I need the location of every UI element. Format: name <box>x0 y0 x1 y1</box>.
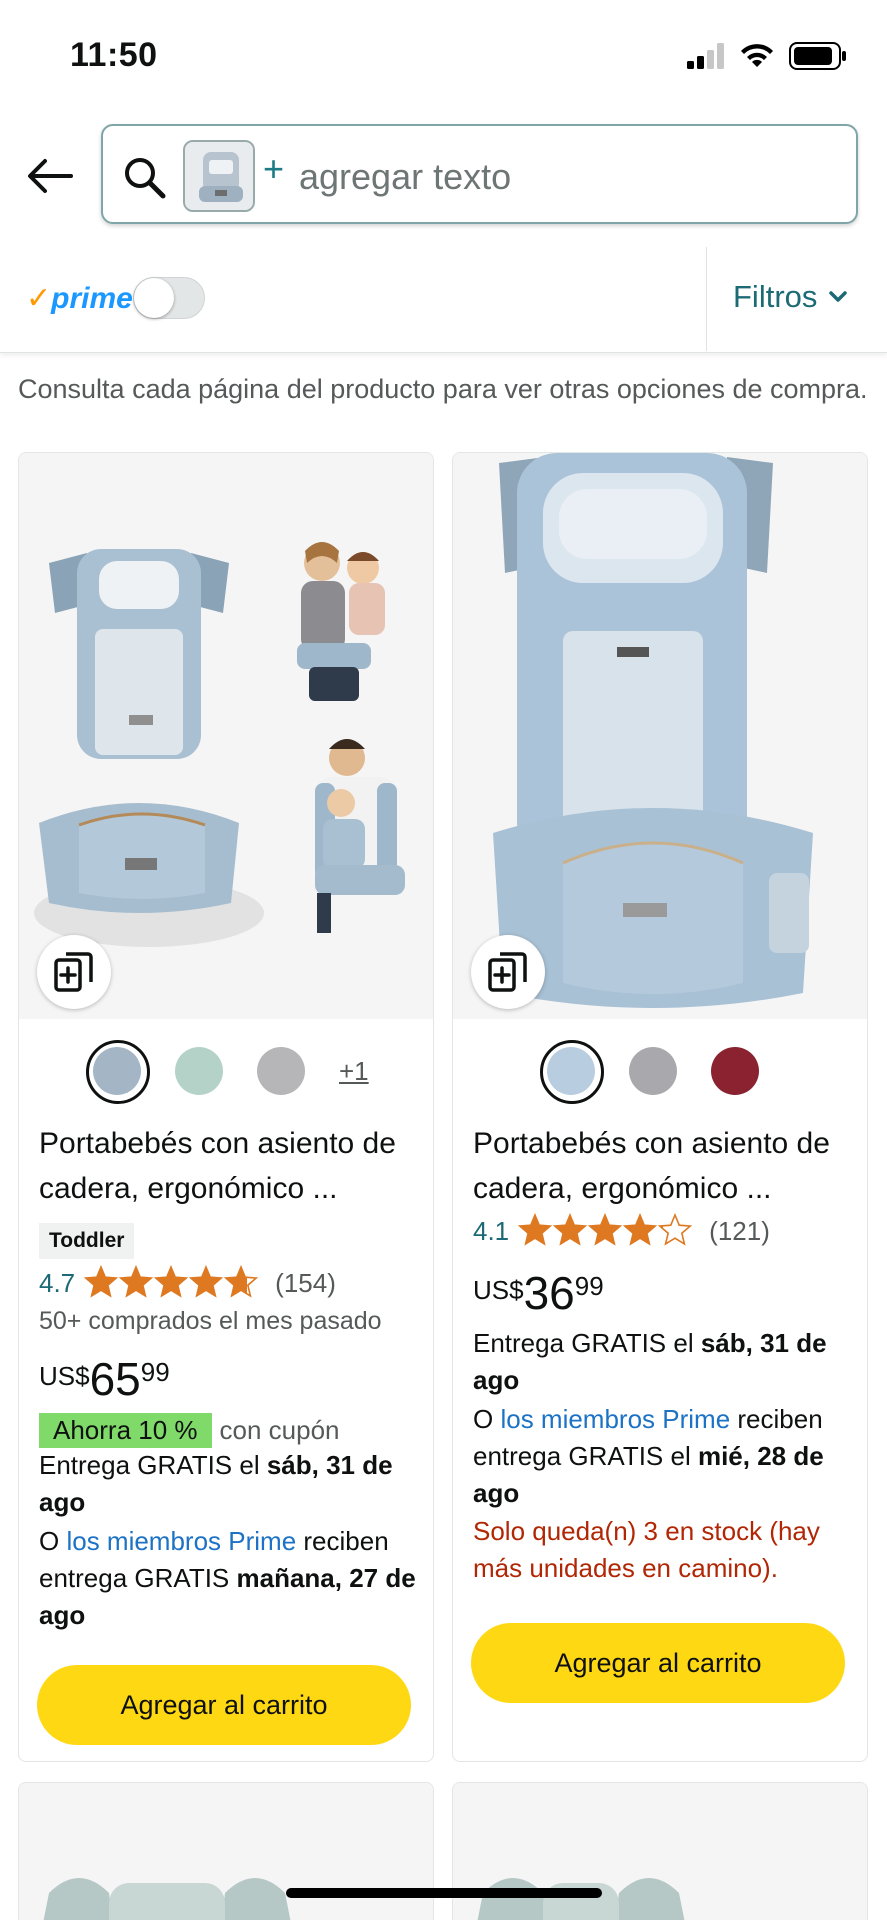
search-input[interactable]: + agregar texto <box>101 124 858 224</box>
add-to-cart-button[interactable]: Agregar al carrito <box>471 1623 845 1703</box>
prime-members-link[interactable]: los miembros Prime <box>500 1404 730 1434</box>
product-image[interactable] <box>19 453 433 1019</box>
search-placeholder: agregar texto <box>299 156 512 197</box>
product-card-partial[interactable] <box>452 1782 868 1920</box>
baby-carrier-product-image <box>453 1783 867 1920</box>
status-time: 11:50 <box>70 36 158 74</box>
price-whole: 36 <box>523 1267 575 1319</box>
baby-carrier-thumbnail-image <box>185 142 253 210</box>
prime-toggle[interactable] <box>133 277 205 319</box>
color-swatches: +1 <box>86 1040 369 1104</box>
star-icon <box>552 1213 588 1246</box>
search-image-thumbnail[interactable] <box>183 140 255 212</box>
prime-delivery-info: O los miembros Prime reciben entrega GRA… <box>473 1401 853 1512</box>
coupon-badge: Ahorra 10 % <box>39 1413 212 1448</box>
info-text: Consulta cada página del producto para v… <box>18 374 868 404</box>
prime-members-link[interactable]: los miembros Prime <box>66 1526 296 1556</box>
home-indicator[interactable] <box>286 1888 602 1898</box>
color-swatch[interactable] <box>175 1047 223 1095</box>
prime-toggle-knob <box>134 278 174 318</box>
add-text-plus-icon: + <box>263 148 285 189</box>
product-image[interactable] <box>453 453 867 1019</box>
product-title[interactable]: Portabebés con asiento de cadera, ergonó… <box>39 1121 419 1211</box>
battery-icon <box>789 42 846 70</box>
price-currency: US$ <box>39 1361 90 1391</box>
star-icon <box>587 1213 623 1246</box>
rating-stars-icon <box>83 1265 259 1298</box>
stock-warning: Solo queda(n) 3 en stock (hay más unidad… <box>473 1516 820 1583</box>
color-swatch[interactable] <box>257 1047 305 1095</box>
compare-button[interactable] <box>37 935 111 1009</box>
delivery-info: Entrega GRATIS el sáb, 31 de ago <box>473 1325 853 1399</box>
color-swatches <box>540 1040 759 1104</box>
rating-stars-icon <box>517 1213 693 1246</box>
product-card[interactable]: +1 Portabebés con asiento de cadera, erg… <box>18 452 434 1762</box>
search-icon <box>125 158 166 199</box>
rating-value: 4.7 <box>39 1267 76 1298</box>
prime-prefix: O <box>39 1526 67 1556</box>
compare-button[interactable] <box>471 935 545 1009</box>
star-icon <box>118 1265 154 1298</box>
color-swatch[interactable] <box>86 1040 150 1104</box>
price-fraction: 99 <box>574 1271 604 1301</box>
product-price: US$ 36 99 <box>473 1267 604 1319</box>
filters-label: Filtros <box>733 279 818 314</box>
product-title[interactable]: Portabebés con asiento de cadera, ergonó… <box>473 1121 853 1211</box>
rating-value: 4.1 <box>473 1215 510 1246</box>
more-colors-link[interactable]: +1 <box>339 1056 369 1087</box>
color-swatch[interactable] <box>540 1040 604 1104</box>
filters-button[interactable]: Filtros <box>733 279 848 315</box>
baby-carrier-product-image <box>19 453 433 1019</box>
prime-check-icon: ✓ <box>26 282 52 315</box>
star-icon <box>153 1265 189 1298</box>
filter-divider <box>706 247 707 351</box>
back-button[interactable] <box>24 150 76 202</box>
product-card-partial[interactable] <box>18 1782 434 1920</box>
status-bar: 11:50 <box>0 0 887 110</box>
price-currency: US$ <box>473 1275 524 1305</box>
add-to-compare-icon <box>54 952 93 992</box>
star-icon <box>622 1213 658 1246</box>
add-to-compare-icon <box>488 952 527 992</box>
delivery-info: Entrega GRATIS el sáb, 31 de ago <box>39 1447 419 1521</box>
product-price: US$ 65 99 <box>39 1353 170 1405</box>
search-header: + agregar texto <box>0 110 887 240</box>
price-whole: 65 <box>89 1353 141 1405</box>
rating-row[interactable]: 4.7 (154) <box>39 1265 336 1301</box>
prime-label: prime <box>51 282 133 315</box>
star-icon <box>657 1213 693 1246</box>
rating-row[interactable]: 4.1 (121) <box>473 1213 770 1249</box>
delivery-prefix: Entrega GRATIS el <box>39 1450 267 1480</box>
star-icon <box>223 1265 259 1298</box>
back-arrow-icon <box>28 159 73 193</box>
star-icon <box>188 1265 224 1298</box>
product-card[interactable]: Portabebés con asiento de cadera, ergonó… <box>452 452 868 1762</box>
delivery-prefix: Entrega GRATIS el <box>473 1328 701 1358</box>
status-icons <box>687 42 847 70</box>
review-count: (154) <box>275 1267 336 1298</box>
color-swatch[interactable] <box>711 1047 759 1095</box>
review-count: (121) <box>709 1215 770 1246</box>
baby-carrier-product-image <box>19 1783 433 1920</box>
star-icon <box>517 1213 553 1246</box>
bought-count: 50+ comprados el mes pasado <box>39 1307 382 1335</box>
cellular-signal-icon <box>687 43 724 69</box>
star-icon <box>83 1265 119 1298</box>
prime-logo: ✓prime <box>26 281 133 316</box>
filter-bar: ✓prime Filtros <box>0 245 887 353</box>
wifi-icon <box>741 44 773 67</box>
price-fraction: 99 <box>140 1357 170 1387</box>
prime-delivery-info: O los miembros Prime reciben entrega GRA… <box>39 1523 419 1634</box>
add-to-cart-button[interactable]: Agregar al carrito <box>37 1665 411 1745</box>
coupon-suffix: con cupón <box>219 1415 340 1445</box>
prime-prefix: O <box>473 1404 501 1434</box>
product-badge: Toddler <box>39 1223 135 1259</box>
chevron-down-icon <box>829 291 848 302</box>
coupon-row: Ahorra 10 % con cupón <box>39 1413 340 1448</box>
baby-carrier-product-image <box>453 453 867 1019</box>
color-swatch[interactable] <box>629 1047 677 1095</box>
